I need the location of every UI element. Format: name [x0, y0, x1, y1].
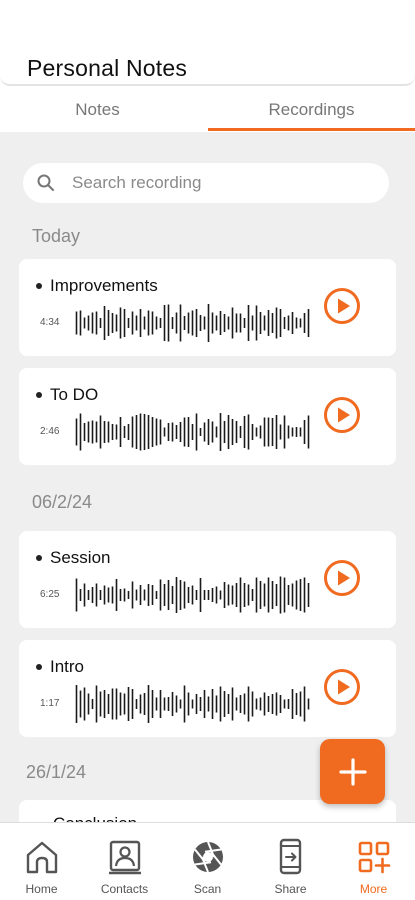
waveform [75, 304, 310, 342]
nav-label: Contacts [100, 882, 149, 896]
recording-duration: 2:46 [40, 426, 60, 437]
nav-label: Share [274, 882, 307, 896]
tab-notes[interactable]: Notes [0, 88, 195, 132]
recording-card[interactable]: Intro 1:17 [19, 640, 396, 737]
home-icon [26, 841, 58, 874]
bottom-navigation: Home Contacts Scan Share More [0, 822, 415, 900]
active-tab-indicator [208, 128, 415, 131]
waveform [75, 413, 310, 451]
recording-card[interactable]: Improvements 4:34 [19, 259, 396, 356]
nav-contacts[interactable]: Contacts [83, 823, 166, 900]
nav-scan[interactable]: Scan [166, 823, 249, 900]
recording-title: Conclusion [53, 814, 137, 822]
nav-label: Home [25, 882, 58, 896]
share-device-icon [279, 838, 302, 875]
nav-label: More [359, 882, 388, 896]
add-recording-button[interactable] [320, 739, 385, 804]
search-icon [37, 174, 54, 191]
nav-more[interactable]: More [332, 823, 415, 900]
nav-share[interactable]: Share [249, 823, 332, 900]
grid-plus-icon [358, 841, 391, 874]
play-icon[interactable] [323, 668, 361, 706]
recording-card[interactable]: Session 6:25 [19, 531, 396, 628]
plus-icon [338, 757, 367, 786]
bullet [36, 392, 42, 398]
contacts-icon [109, 840, 141, 875]
recording-title: Intro [50, 657, 85, 676]
bullet [36, 664, 42, 670]
play-icon[interactable] [323, 287, 361, 325]
tab-recordings[interactable]: Recordings [208, 88, 415, 132]
page-title: Personal Notes [27, 55, 188, 81]
play-icon[interactable] [323, 559, 361, 597]
recording-title: Session [50, 548, 111, 567]
waveform [75, 576, 310, 614]
waveform [75, 685, 310, 723]
recording-title: To DO [50, 385, 99, 404]
search-input[interactable] [72, 173, 362, 193]
app-header: Personal Notes [0, 0, 415, 86]
recording-title: Improvements [50, 276, 158, 295]
section-label-date: 26/1/24 [26, 762, 87, 782]
nav-home[interactable]: Home [0, 823, 83, 900]
recording-duration: 1:17 [40, 698, 60, 709]
recording-duration: 4:34 [40, 317, 60, 328]
nav-label: Scan [193, 882, 222, 896]
section-label-today: Today [32, 226, 81, 246]
tab-bar: Notes Recordings [0, 88, 415, 132]
bullet [36, 283, 42, 289]
bullet [36, 555, 42, 561]
section-label-date: 06/2/24 [32, 492, 93, 512]
camera-aperture-icon [193, 841, 223, 873]
play-icon[interactable] [323, 396, 361, 434]
recordings-list[interactable]: Today Improvements 4:34 To DO 2:46 06/2/… [0, 132, 415, 822]
recording-card[interactable]: To DO 2:46 [19, 368, 396, 465]
recording-duration: 6:25 [40, 589, 60, 600]
search-bar[interactable] [23, 163, 389, 203]
